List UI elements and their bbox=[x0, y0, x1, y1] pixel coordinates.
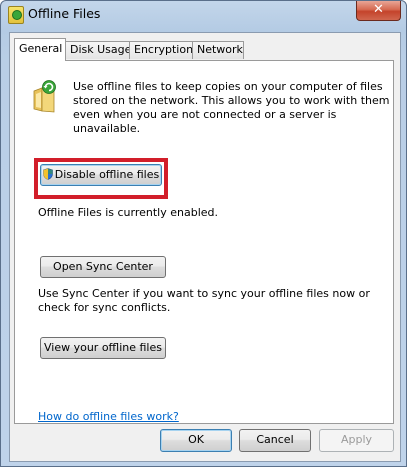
disable-offline-files-label: Disable offline files bbox=[54, 168, 160, 181]
offline-files-icon bbox=[8, 6, 24, 24]
view-offline-files-button[interactable]: View your offline files bbox=[40, 337, 166, 359]
offline-files-dialog: Offline Files ✕ General Disk Usage Encry… bbox=[0, 0, 407, 467]
uac-shield-icon bbox=[42, 168, 53, 180]
ok-button[interactable]: OK bbox=[160, 429, 232, 452]
open-sync-center-button[interactable]: Open Sync Center bbox=[40, 256, 166, 278]
window-title: Offline Files bbox=[28, 6, 101, 21]
tab-network[interactable]: Network bbox=[192, 41, 244, 59]
offline-files-description: Use offline files to keep copies on your… bbox=[73, 80, 390, 135]
close-button[interactable]: ✕ bbox=[356, 1, 401, 21]
tab-encryption[interactable]: Encryption bbox=[129, 41, 193, 59]
sync-center-description: Use Sync Center if you want to sync your… bbox=[38, 287, 370, 314]
help-link[interactable]: How do offline files work? bbox=[38, 410, 179, 423]
apply-button[interactable]: Apply bbox=[319, 429, 394, 452]
tab-disk-usage[interactable]: Disk Usage bbox=[65, 41, 131, 59]
offline-folder-sync-icon bbox=[33, 80, 56, 113]
dialog-content: General Disk Usage Encryption Network Us… bbox=[9, 32, 401, 462]
general-tab-panel: Use offline files to keep copies on your… bbox=[14, 60, 394, 424]
status-text: Offline Files is currently enabled. bbox=[38, 206, 219, 219]
tab-general[interactable]: General bbox=[14, 38, 66, 61]
title-bar[interactable]: Offline Files ✕ bbox=[1, 1, 406, 29]
disable-offline-files-button[interactable]: Disable offline files bbox=[40, 164, 162, 186]
cancel-button[interactable]: Cancel bbox=[239, 429, 311, 452]
